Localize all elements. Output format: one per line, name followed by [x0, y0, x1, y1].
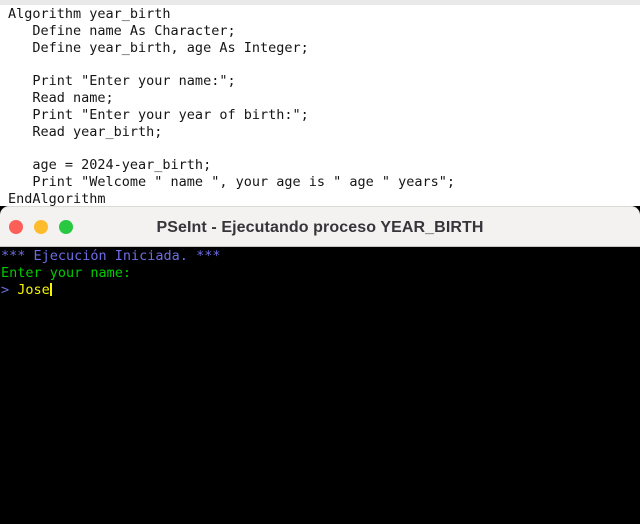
window-title: PSeInt - Ejecutando proceso YEAR_BIRTH [156, 219, 484, 236]
console-input-prompt-marker: > [1, 282, 18, 298]
code-line: Print "Enter your name:"; [8, 73, 236, 90]
code-line: age = 2024-year_birth; [8, 157, 212, 174]
code-line: Read year_birth; [8, 123, 163, 140]
code-line: EndAlgorithm [8, 190, 106, 206]
code-line: Print "Enter your year of birth:"; [8, 106, 309, 123]
console-line-user-input[interactable]: > Jose [1, 282, 220, 299]
console-input-value: Jose [17, 282, 50, 298]
console-output-pane[interactable]: *** Ejecución Iniciada. *** Enter your n… [0, 247, 640, 524]
console-line-list: *** Ejecución Iniciada. *** Enter your n… [1, 248, 220, 299]
console-line-execution-started: *** Ejecución Iniciada. *** [1, 248, 221, 264]
console-line-prompt-message: Enter your name: [1, 265, 132, 281]
window-titlebar[interactable]: PSeInt - Ejecutando proceso YEAR_BIRTH [0, 206, 640, 247]
code-line: Read name; [8, 89, 114, 106]
text-caret [49, 283, 52, 296]
code-line: Algorithm year_birth [8, 6, 171, 22]
code-line: Define year_birth, age As Integer; [8, 39, 309, 56]
screen: Algorithm year_birth Define name As Char… [0, 0, 640, 524]
code-line-list: Algorithm year_birth Define name As Char… [8, 6, 455, 206]
code-editor-pane[interactable]: Algorithm year_birth Define name As Char… [0, 5, 640, 206]
code-line: Print "Welcome " name ", your age is " a… [8, 173, 456, 190]
code-line: Define name As Character; [8, 22, 236, 39]
